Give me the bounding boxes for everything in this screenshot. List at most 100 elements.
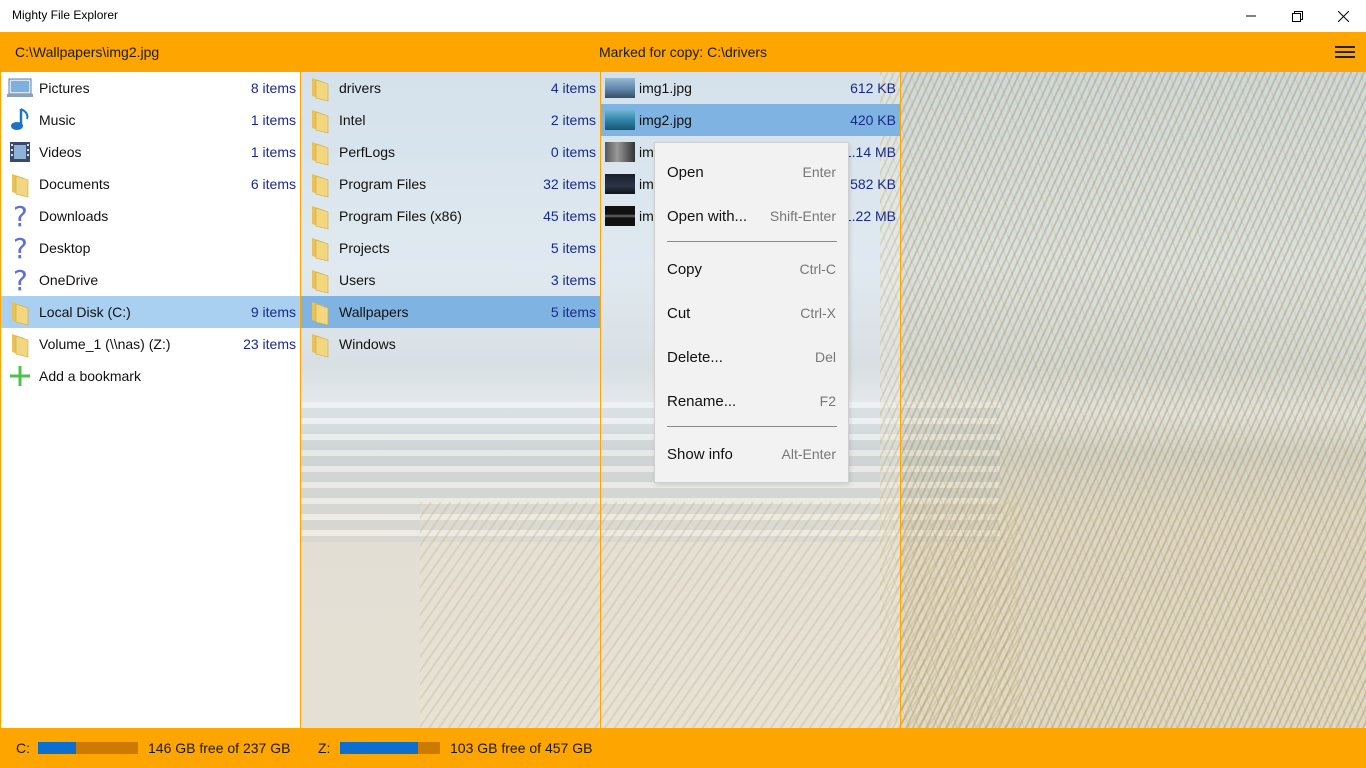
add-bookmark-button[interactable]: Add a bookmark bbox=[1, 360, 300, 392]
music-icon bbox=[6, 106, 34, 134]
menu-item-label: Open bbox=[667, 163, 704, 181]
menu-item-rename[interactable]: Rename... F2 bbox=[655, 381, 848, 421]
bookmark-label: Desktop bbox=[39, 240, 91, 256]
menu-item-shortcut: F2 bbox=[819, 393, 836, 409]
folder-row[interactable]: Intel 2 items bbox=[301, 104, 600, 136]
folder-name: Program Files (x86) bbox=[339, 208, 462, 224]
folder-icon bbox=[6, 298, 34, 326]
image-thumbnail bbox=[605, 142, 635, 162]
svg-text:?: ? bbox=[13, 234, 28, 262]
pictures-icon bbox=[6, 74, 34, 102]
folder-name: Projects bbox=[339, 240, 390, 256]
folder-icon bbox=[306, 266, 334, 294]
file-row-selected[interactable]: img2.jpg 420 KB bbox=[601, 104, 900, 136]
menu-item-shortcut: Ctrl-C bbox=[799, 261, 836, 277]
image-thumbnail bbox=[605, 110, 635, 130]
bookmark-onedrive[interactable]: ? OneDrive bbox=[1, 264, 300, 296]
image-thumbnail bbox=[605, 78, 635, 98]
bookmark-videos[interactable]: Videos 1 items bbox=[1, 136, 300, 168]
copy-marker-text: Marked for copy: C:\drivers bbox=[598, 44, 768, 60]
menu-separator bbox=[667, 426, 837, 427]
menu-separator bbox=[667, 241, 837, 242]
folder-count: 5 items bbox=[550, 304, 596, 320]
videos-icon bbox=[6, 138, 34, 166]
menu-item-shortcut: Del bbox=[814, 349, 836, 365]
menu-item-label: Delete... bbox=[667, 348, 723, 366]
current-path[interactable]: C:\Wallpapers\img2.jpg bbox=[15, 44, 159, 60]
menu-button[interactable] bbox=[1332, 40, 1358, 64]
folder-row[interactable]: Users 3 items bbox=[301, 264, 600, 296]
drive-c-label: C: bbox=[16, 740, 30, 756]
image-thumbnail bbox=[605, 174, 635, 194]
bookmark-count: 1 items bbox=[250, 144, 296, 160]
folder-name: Windows bbox=[339, 336, 396, 352]
folder-row[interactable]: PerfLogs 0 items bbox=[301, 136, 600, 168]
bookmark-label: Documents bbox=[39, 176, 110, 192]
bookmark-pictures[interactable]: Pictures 8 items bbox=[1, 72, 300, 104]
folder-icon bbox=[306, 170, 334, 198]
title-bar: Mighty File Explorer bbox=[0, 0, 1366, 32]
minimize-button[interactable] bbox=[1228, 0, 1274, 32]
bookmark-label: Volume_1 (\\nas) (Z:) bbox=[39, 336, 171, 352]
menu-item-label: Cut bbox=[667, 304, 691, 322]
folder-icon bbox=[6, 170, 34, 198]
folder-count: 2 items bbox=[550, 112, 596, 128]
bookmark-volume-1[interactable]: Volume_1 (\\nas) (Z:) 23 items bbox=[1, 328, 300, 360]
folder-row-selected[interactable]: Wallpapers 5 items bbox=[301, 296, 600, 328]
menu-item-show-info[interactable]: Show info Alt-Enter bbox=[655, 434, 848, 474]
drive-z-free-text: 103 GB free of 457 GB bbox=[450, 740, 593, 756]
menu-item-label: Copy bbox=[667, 260, 703, 278]
file-size: 420 KB bbox=[850, 112, 896, 128]
folder-name: drivers bbox=[339, 80, 382, 96]
menu-item-label: Rename... bbox=[667, 392, 737, 410]
bookmark-desktop[interactable]: ? Desktop bbox=[1, 232, 300, 264]
status-bar: C: 146 GB free of 237 GB Z: 103 GB free … bbox=[0, 728, 1366, 768]
folder-name: Users bbox=[339, 272, 376, 288]
menu-item-copy[interactable]: Copy Ctrl-C bbox=[655, 249, 848, 289]
folder-row[interactable]: drivers 4 items bbox=[301, 72, 600, 104]
file-size: 1.22 MB bbox=[843, 208, 896, 224]
bookmark-count: 8 items bbox=[250, 80, 296, 96]
close-button[interactable] bbox=[1320, 0, 1366, 32]
background-dune-grass bbox=[880, 72, 1366, 728]
question-icon: ? bbox=[6, 234, 34, 262]
bookmark-label: Local Disk (C:) bbox=[39, 304, 131, 320]
bookmark-label: OneDrive bbox=[39, 272, 99, 288]
bookmarks-pane: Pictures 8 items Music 1 items Videos 1 … bbox=[0, 72, 301, 728]
svg-text:?: ? bbox=[13, 266, 28, 294]
bookmark-downloads[interactable]: ? Downloads bbox=[1, 200, 300, 232]
folder-row[interactable]: Program Files 32 items bbox=[301, 168, 600, 200]
minimize-icon bbox=[1246, 15, 1256, 17]
folder-count: 5 items bbox=[550, 240, 596, 256]
menu-item-delete[interactable]: Delete... Del bbox=[655, 337, 848, 377]
drive-c-usage-bar bbox=[38, 742, 138, 754]
bookmark-documents[interactable]: Documents 6 items bbox=[1, 168, 300, 200]
hamburger-icon-line bbox=[1335, 56, 1355, 58]
menu-item-open[interactable]: Open Enter bbox=[655, 152, 848, 192]
bookmark-count: 23 items bbox=[243, 336, 296, 352]
menu-item-shortcut: Shift-Enter bbox=[769, 208, 836, 224]
path-bar: C:\Wallpapers\img2.jpg Marked for copy: … bbox=[0, 32, 1366, 72]
bookmark-local-disk[interactable]: Local Disk (C:) 9 items bbox=[1, 296, 300, 328]
bookmark-count: 1 items bbox=[250, 112, 296, 128]
folder-count: 4 items bbox=[550, 80, 596, 96]
folder-icon bbox=[6, 330, 34, 358]
folder-row[interactable]: Windows bbox=[301, 328, 600, 360]
drive-c-usage-fill bbox=[38, 742, 76, 754]
file-row[interactable]: img1.jpg 612 KB bbox=[601, 72, 900, 104]
bookmark-label: Add a bookmark bbox=[39, 368, 141, 384]
menu-item-shortcut: Alt-Enter bbox=[781, 446, 836, 462]
drive-z-label: Z: bbox=[318, 740, 331, 756]
folder-row[interactable]: Program Files (x86) 45 items bbox=[301, 200, 600, 232]
menu-item-label: Show info bbox=[667, 445, 733, 463]
menu-item-label: Open with... bbox=[667, 207, 748, 225]
menu-item-open-with[interactable]: Open with... Shift-Enter bbox=[655, 196, 848, 236]
bookmark-music[interactable]: Music 1 items bbox=[1, 104, 300, 136]
folders-pane: drivers 4 items Intel 2 items PerfLogs 0… bbox=[301, 72, 601, 728]
drive-z-usage-fill bbox=[340, 742, 418, 754]
folder-row[interactable]: Projects 5 items bbox=[301, 232, 600, 264]
drive-c-free-text: 146 GB free of 237 GB bbox=[148, 740, 291, 756]
restore-button[interactable] bbox=[1274, 0, 1320, 32]
menu-item-cut[interactable]: Cut Ctrl-X bbox=[655, 293, 848, 333]
bookmark-label: Pictures bbox=[39, 80, 90, 96]
